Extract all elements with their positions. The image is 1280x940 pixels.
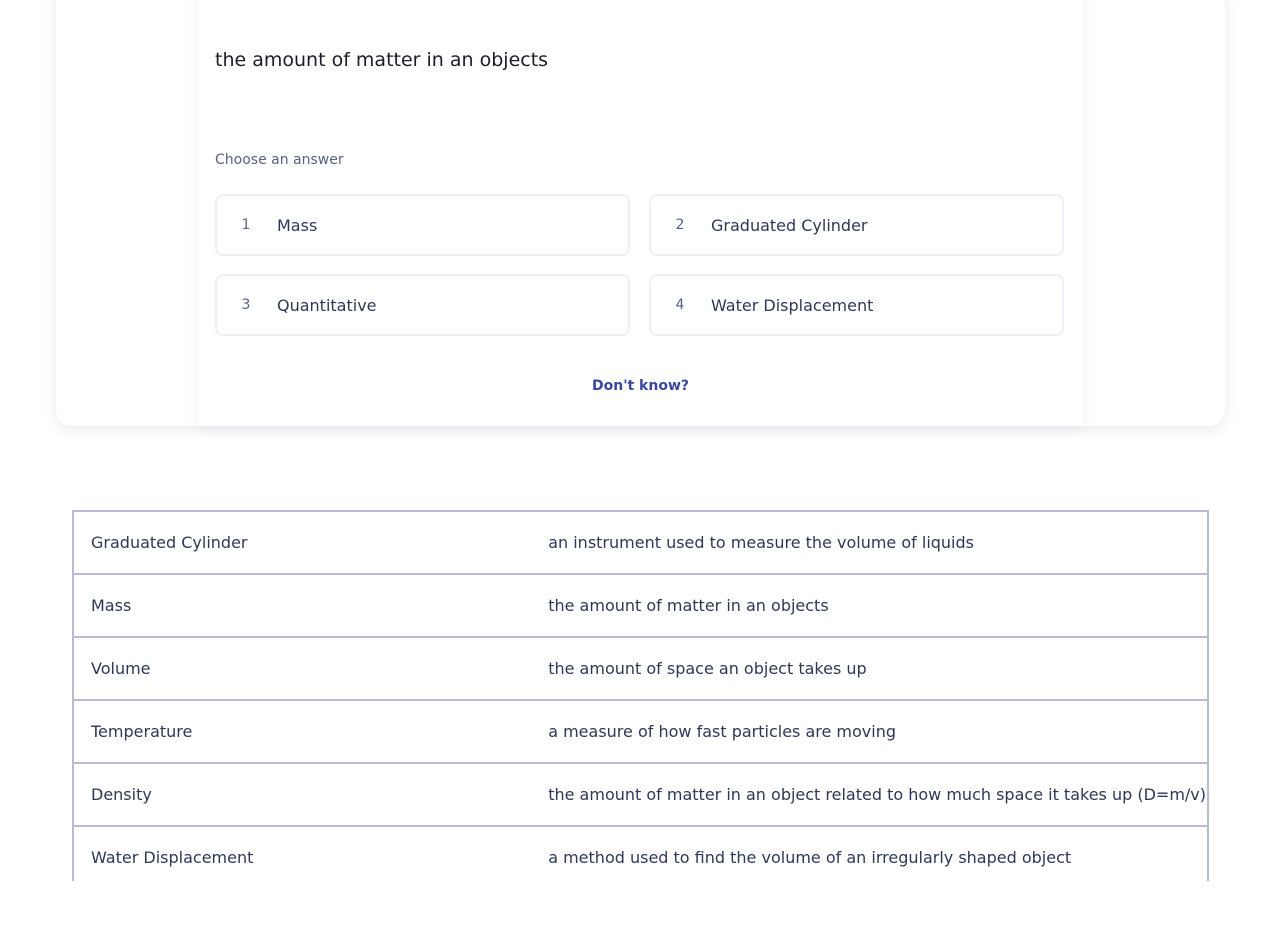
table-row: Graduated Cylinder an instrument used to… [71, 510, 1209, 575]
definition-cell: an instrument used to measure the volume… [531, 510, 1209, 575]
term-cell: Water Displacement [71, 825, 532, 881]
term-cell: Density [71, 762, 532, 827]
definition-cell: the amount of matter in an objects [531, 573, 1209, 638]
term-cell: Mass [71, 573, 532, 638]
table-row: Volume the amount of space an object tak… [71, 636, 1209, 701]
definition-cell: the amount of space an object takes up [531, 636, 1209, 701]
table-row: Mass the amount of matter in an objects [71, 573, 1209, 638]
table-row: Water Displacement a method used to find… [71, 825, 1209, 881]
table-row: Temperature a measure of how fast partic… [71, 699, 1209, 764]
definition-cell: the amount of matter in an object relate… [531, 762, 1209, 827]
table-row: Density the amount of matter in an objec… [71, 762, 1209, 827]
term-cell: Graduated Cylinder [71, 510, 532, 575]
terms-table: Graduated Cylinder an instrument used to… [71, 510, 1209, 881]
definition-cell: a method used to find the volume of an i… [531, 825, 1209, 881]
definition-cell: a measure of how fast particles are movi… [531, 699, 1209, 764]
term-cell: Temperature [71, 699, 532, 764]
term-cell: Volume [71, 636, 532, 701]
terms-table-viewport: Graduated Cylinder an instrument used to… [0, 0, 1280, 881]
